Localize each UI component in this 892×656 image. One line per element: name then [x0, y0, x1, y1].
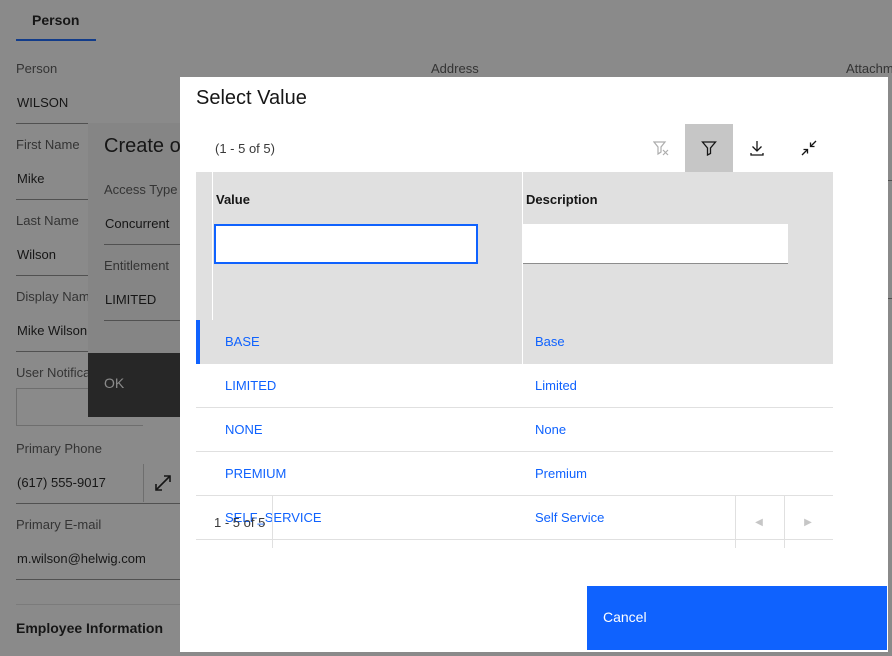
row-description[interactable]: None: [535, 422, 566, 437]
cancel-button[interactable]: Cancel: [587, 586, 887, 650]
previous-page-icon[interactable]: ◀: [735, 496, 783, 548]
download-icon[interactable]: [733, 124, 781, 172]
record-count: (1 - 5 of 5): [215, 141, 275, 156]
table-toolbar: (1 - 5 of 5): [196, 124, 833, 172]
row-value[interactable]: NONE: [225, 422, 263, 437]
table-row[interactable]: LIMITED Limited: [196, 364, 833, 408]
collapse-icon[interactable]: [785, 124, 833, 172]
filter-icon[interactable]: [685, 124, 733, 172]
description-filter-input[interactable]: [523, 224, 788, 264]
dialog-title: Select Value: [196, 87, 307, 109]
row-description[interactable]: Limited: [535, 378, 577, 393]
row-description[interactable]: Premium: [535, 466, 587, 481]
pagination: 1 - 5 of 5 ◀ ▶: [196, 495, 833, 548]
table-row[interactable]: PREMIUM Premium: [196, 452, 833, 496]
row-value[interactable]: LIMITED: [225, 378, 276, 393]
table-header: Value Description: [196, 172, 833, 320]
divider: [522, 320, 523, 364]
table-row[interactable]: NONE None: [196, 408, 833, 452]
next-page-icon[interactable]: ▶: [784, 496, 832, 548]
row-value[interactable]: BASE: [225, 334, 260, 349]
clear-filter-icon[interactable]: [637, 124, 685, 172]
divider: [272, 496, 273, 548]
select-value-dialog: Select Value (1 - 5 of 5) Value Descript…: [180, 77, 888, 652]
value-filter-input[interactable]: [214, 224, 478, 264]
column-header-value[interactable]: Value: [216, 192, 250, 207]
divider: [212, 172, 213, 320]
row-description[interactable]: Base: [535, 334, 565, 349]
table-row[interactable]: BASE Base: [196, 320, 833, 364]
pager-text: 1 - 5 of 5: [214, 515, 266, 530]
row-value[interactable]: PREMIUM: [225, 466, 286, 481]
column-header-description[interactable]: Description: [526, 192, 598, 207]
value-table: Value Description BASE Base LIMITED Limi…: [196, 172, 833, 540]
